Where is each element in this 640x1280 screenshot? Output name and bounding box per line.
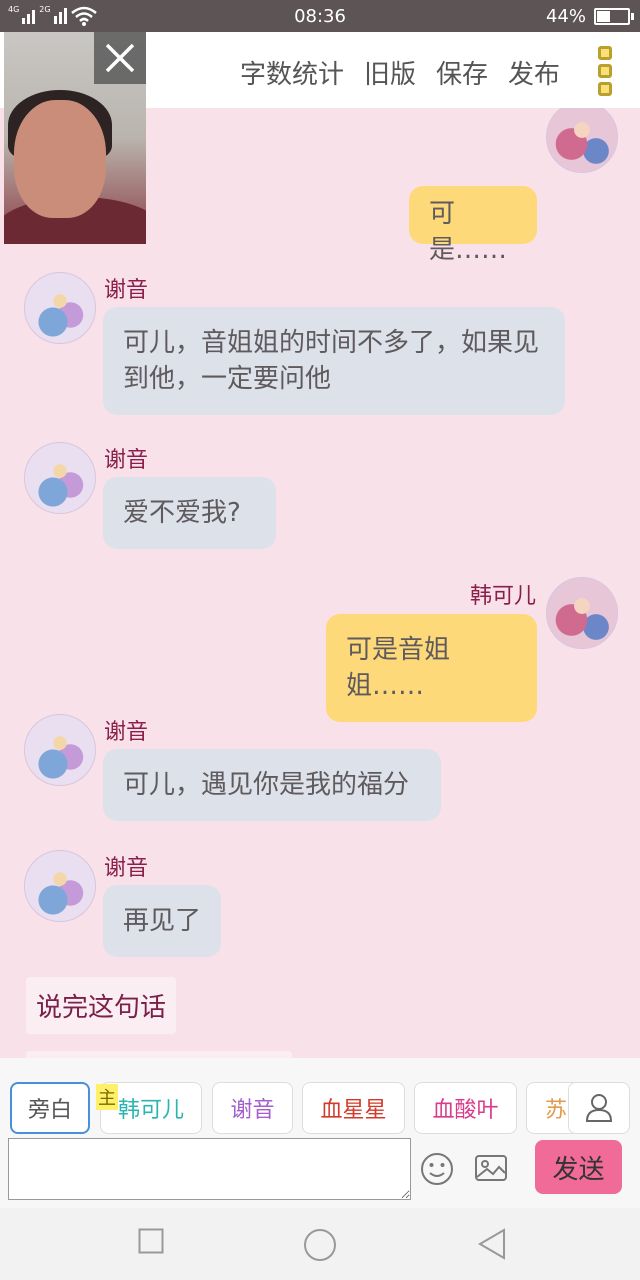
save-button[interactable]: 保存	[436, 54, 488, 91]
clock: 08:36	[294, 6, 346, 27]
avatar-han-ker[interactable]	[546, 108, 618, 173]
publish-button[interactable]: 发布	[508, 54, 560, 91]
emoji-icon[interactable]	[420, 1152, 454, 1186]
speaker-name: 谢音	[104, 448, 149, 473]
message-bubble[interactable]: 再见了	[103, 885, 221, 957]
person-face	[14, 100, 106, 218]
avatar-xie-yin[interactable]	[24, 272, 96, 344]
message-bubble[interactable]: 可是音姐姐……	[326, 614, 537, 722]
speaker-name: 谢音	[104, 720, 149, 745]
send-button[interactable]: 发送	[535, 1140, 622, 1194]
system-nav-bar	[0, 1208, 640, 1280]
status-bar: 4G 2G 08:36 44%	[0, 0, 640, 32]
message-bubble[interactable]: 可儿，音姐姐的时间不多了，如果见到他，一定要问他	[103, 307, 565, 415]
role-xue-suanye[interactable]: 血酸叶	[414, 1082, 517, 1134]
close-video-button[interactable]	[94, 32, 146, 84]
narration-text[interactable]: 说完这句话	[26, 977, 177, 1034]
input-row: 发送	[0, 1136, 640, 1208]
back-icon[interactable]	[478, 1228, 506, 1260]
avatar-xie-yin[interactable]	[24, 442, 96, 514]
message-input[interactable]	[8, 1138, 411, 1200]
message-bubble[interactable]: 爱不爱我?	[103, 477, 276, 549]
recent-apps-icon[interactable]	[138, 1228, 164, 1254]
old-version-button[interactable]: 旧版	[364, 54, 416, 91]
battery-icon	[594, 8, 634, 25]
message-bubble[interactable]: 可儿，遇见你是我的福分	[103, 749, 441, 821]
avatar-han-ker[interactable]	[546, 577, 618, 649]
battery-percent: 44%	[545, 6, 586, 27]
main-character-tag: 主	[96, 1084, 118, 1110]
home-icon[interactable]	[303, 1228, 337, 1262]
message-bubble[interactable]: 可是……	[409, 186, 537, 265]
role-xue-xingxing[interactable]: 血星星	[302, 1082, 405, 1134]
speaker-name: 韩可儿	[469, 584, 536, 609]
video-overlay[interactable]	[4, 32, 146, 244]
role-narrator[interactable]: 旁白	[10, 1082, 90, 1134]
avatar-xie-yin[interactable]	[24, 850, 96, 922]
avatar-xie-yin[interactable]	[24, 714, 96, 786]
speaker-name: 谢音	[104, 856, 149, 881]
add-role-button[interactable]	[568, 1082, 630, 1134]
role-xie-yin[interactable]: 谢音	[212, 1082, 293, 1134]
role-selector: 旁白 韩可儿 主 谢音 血星星 血酸叶 苏	[0, 1058, 640, 1140]
speaker-name: 谢音	[104, 278, 149, 303]
chat-area[interactable]: 可是…… 谢音 可儿，音姐姐的时间不多了，如果见到他，一定要问他 谢音 爱不爱我…	[0, 108, 640, 1058]
user-icon	[585, 1094, 613, 1122]
word-count-button[interactable]: 字数统计	[240, 54, 344, 91]
close-icon	[105, 43, 135, 73]
narration-partial	[26, 1051, 292, 1058]
image-icon[interactable]	[474, 1154, 508, 1182]
more-menu-icon[interactable]	[598, 46, 614, 96]
